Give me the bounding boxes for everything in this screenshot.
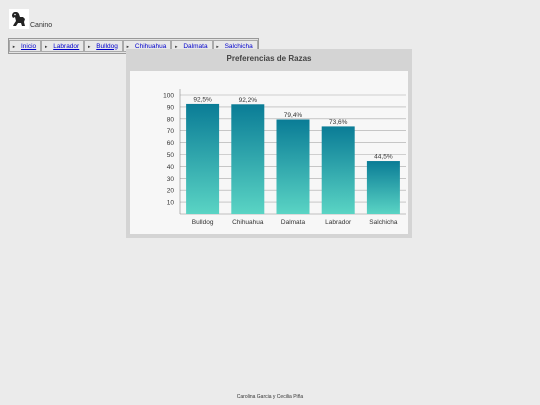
bar-chart: 10 20 30 40 50 60 70 80 90 100 92,5% Bulldog 92,2% Ch… [163, 89, 406, 226]
nav-link-inicio[interactable]: Inicio [19, 43, 38, 50]
bar-value-label: 92,5% [193, 96, 212, 103]
nav-item-labrador[interactable]: ► Labrador [41, 40, 85, 52]
x-tick-label: Bulldog [192, 219, 214, 226]
x-tick-label: Salchicha [369, 219, 398, 226]
nav-link-labrador[interactable]: Labrador [51, 43, 81, 50]
x-tick-label: Chihuahua [232, 219, 264, 226]
brand-name: Canino [30, 22, 53, 29]
y-tick-label: 30 [167, 176, 175, 183]
bar-value-label: 92,2% [239, 97, 258, 104]
x-tick-label: Dalmata [281, 219, 306, 226]
arrow-right-icon: ► [125, 43, 130, 49]
bar-value-label: 73,6% [329, 119, 348, 126]
nav-link-bulldog[interactable]: Bulldog [94, 43, 120, 50]
arrow-right-icon: ► [12, 43, 16, 49]
x-tick-label: Labrador [325, 219, 352, 226]
bar-value-label: 44,5% [374, 154, 393, 161]
chart-title: Preferencias de Razas [226, 54, 312, 63]
chart-area: 10 20 30 40 50 60 70 80 90 100 92,5% Bulldog 92,2% Ch… [130, 71, 408, 234]
bar [231, 104, 265, 214]
nav-item-bulldog[interactable]: ► Bulldog [84, 40, 123, 52]
y-tick-label: 90 [167, 104, 175, 111]
bar-value-label: 79,4% [284, 112, 303, 119]
y-tick-label: 60 [167, 140, 175, 147]
y-tick-label: 20 [167, 188, 175, 195]
y-tick-label: 80 [167, 116, 175, 123]
chart-panel: Preferencias de Razas 10 20 30 40 50 60 70 80 90… [126, 49, 412, 238]
nav-item-inicio[interactable]: ► Inicio [9, 40, 42, 52]
y-tick-label: 100 [163, 93, 174, 100]
y-tick-label: 50 [167, 152, 175, 159]
bar [366, 161, 400, 214]
arrow-right-icon: ► [215, 43, 220, 49]
arrow-right-icon: ► [44, 43, 49, 49]
bar [276, 119, 310, 214]
y-tick-label: 10 [167, 200, 175, 207]
y-tick-label: 40 [167, 164, 175, 171]
arrow-right-icon: ► [87, 43, 92, 49]
y-tick-label: 70 [167, 128, 175, 135]
bar [186, 103, 220, 214]
bar [321, 126, 355, 214]
footer-credits: Carolina Garcia y Cecilia Piña [236, 394, 304, 400]
dog-logo-icon [9, 9, 29, 29]
arrow-right-icon: ► [174, 43, 179, 49]
